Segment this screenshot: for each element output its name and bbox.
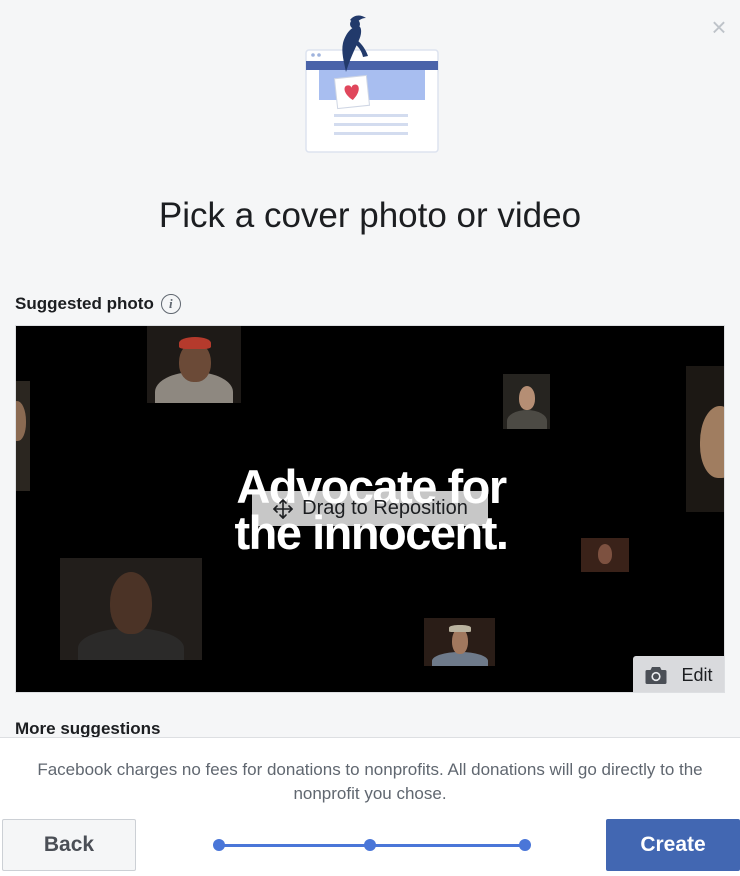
portrait-tile: [424, 618, 495, 666]
move-arrows-icon: [273, 498, 293, 519]
progress-step-1: [213, 839, 225, 851]
cover-photo-preview[interactable]: Advocate for the innocent. Drag to Repos…: [15, 325, 725, 693]
camera-icon: [645, 666, 667, 684]
info-icon[interactable]: i: [160, 294, 181, 314]
suggested-photo-label: Suggested photo: [15, 294, 154, 313]
drag-to-reposition-handle[interactable]: Drag to Reposition: [252, 491, 488, 526]
close-icon[interactable]: ×: [707, 14, 731, 40]
fundraiser-illustration: [305, 15, 439, 153]
progress-step-3: [519, 839, 531, 851]
more-suggestions-heading: More suggestions: [15, 719, 161, 738]
edit-cover-button[interactable]: Edit: [633, 656, 724, 692]
back-button[interactable]: Back: [2, 819, 136, 871]
dialog-footer: Facebook charges no fees for donations t…: [0, 737, 740, 876]
suggested-photo-heading: Suggested photo i: [15, 293, 181, 315]
fee-note: Facebook charges no fees for donations t…: [37, 760, 703, 803]
edit-label: Edit: [681, 664, 713, 685]
dialog-title: Pick a cover photo or video: [158, 196, 582, 235]
progress-step-2: [364, 839, 376, 851]
create-button[interactable]: Create: [606, 819, 740, 871]
drag-to-reposition-label: Drag to Reposition: [302, 497, 468, 519]
portrait-tile: [147, 326, 241, 403]
step-progress: [213, 838, 533, 852]
portrait-tile: [60, 558, 202, 660]
portrait-tile: [503, 374, 550, 429]
